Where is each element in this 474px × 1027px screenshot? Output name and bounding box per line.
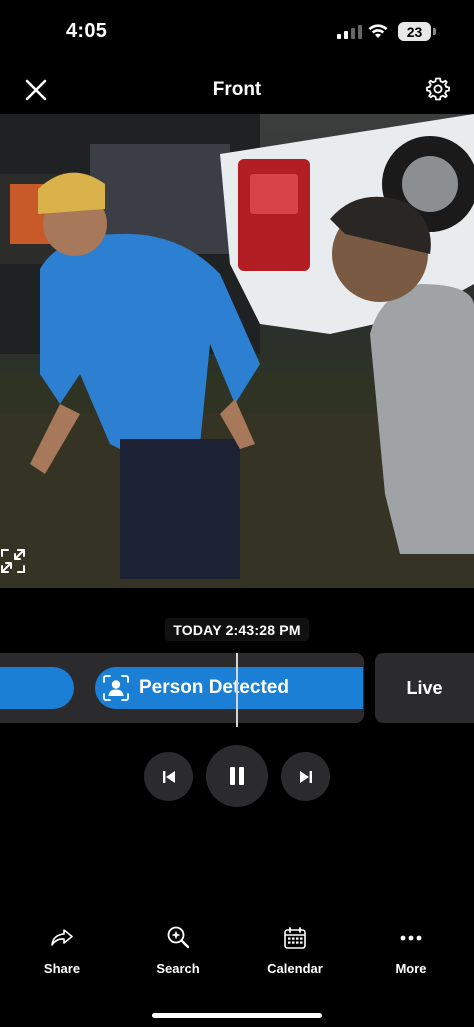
previous-event-button[interactable] (144, 752, 193, 801)
next-event-button[interactable] (281, 752, 330, 801)
status-bar: 4:05 23 (0, 0, 474, 62)
current-event-bar[interactable]: Person Detected (95, 667, 363, 709)
battery-tip (433, 28, 436, 35)
video-frame (0, 114, 474, 588)
event-label: Person Detected (139, 677, 289, 698)
gear-icon[interactable] (425, 76, 451, 102)
camera-video-feed[interactable] (0, 114, 474, 588)
fullscreen-icon[interactable] (0, 548, 26, 574)
header: Front (0, 62, 474, 114)
calendar-button[interactable]: Calendar (255, 925, 335, 976)
pause-icon (230, 767, 244, 785)
skip-next-icon (299, 770, 312, 783)
bottom-nav: Share Search Calendar More (0, 925, 474, 985)
previous-event-bar[interactable] (0, 667, 74, 709)
event-timestamp: TODAY 2:43:28 PM (165, 618, 309, 641)
search-button[interactable]: Search (138, 925, 218, 976)
status-time: 4:05 (66, 20, 108, 42)
more-icon (398, 925, 424, 951)
calendar-label: Calendar (267, 961, 323, 976)
playhead[interactable] (236, 653, 238, 727)
cellular-signal-icon (337, 25, 362, 39)
calendar-icon (282, 925, 308, 951)
page-title: Front (212, 79, 262, 100)
more-button[interactable]: More (371, 925, 451, 976)
playback-controls (0, 745, 474, 807)
share-label: Share (43, 961, 81, 976)
search-label: Search (156, 961, 200, 976)
skip-previous-icon (162, 770, 175, 783)
more-label: More (395, 961, 427, 976)
search-icon (165, 925, 191, 951)
share-button[interactable]: Share (22, 925, 102, 976)
share-icon (49, 925, 75, 951)
battery-icon: 23 (398, 22, 431, 41)
wifi-icon (368, 24, 388, 38)
home-indicator (152, 1013, 322, 1018)
live-button[interactable]: Live (375, 653, 474, 723)
person-icon (96, 668, 136, 708)
event-timeline[interactable]: Person Detected Live (0, 653, 474, 727)
pause-button[interactable] (206, 745, 268, 807)
